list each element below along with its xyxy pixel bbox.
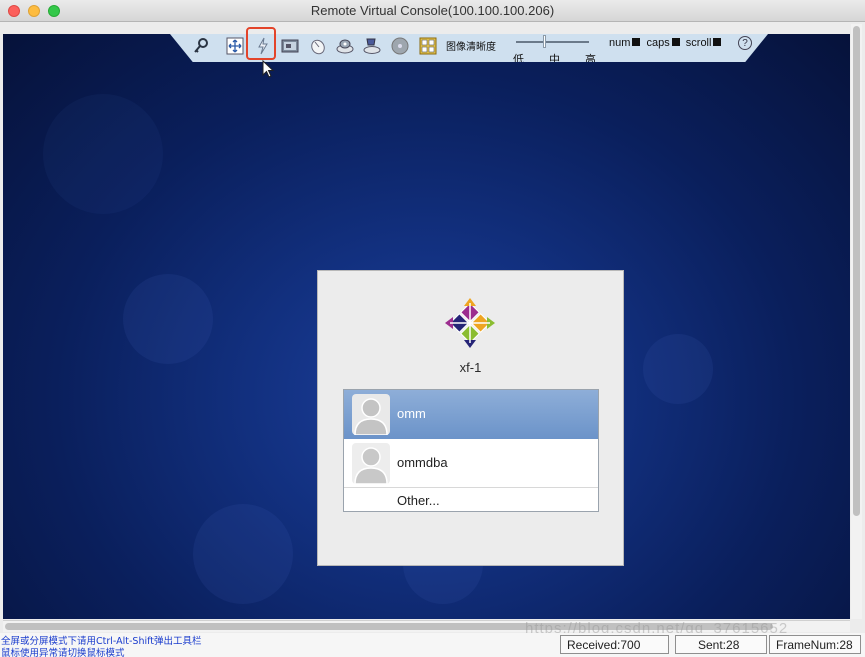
quality-label: 图像清晰度: [446, 42, 496, 53]
mouse-cursor-icon: [262, 60, 275, 78]
move-icon[interactable]: [225, 36, 245, 56]
quality-level-low: 低: [513, 54, 524, 66]
remote-screen[interactable]: 图像清晰度 低 中 高 num caps scroll ? xf-1 omm o…: [3, 34, 850, 619]
floppy-icon[interactable]: [362, 36, 382, 56]
scroll-lock-label: scroll: [685, 37, 712, 49]
quality-level-medium: 中: [549, 54, 560, 66]
num-lock-indicator: [632, 38, 641, 46]
capture-icon[interactable]: [280, 36, 300, 56]
title-bar[interactable]: Remote Virtual Console(100.100.100.206): [0, 0, 865, 22]
user-row-ommdba[interactable]: ommdba: [344, 439, 598, 488]
login-dialog: xf-1 omm ommdba Other...: [317, 270, 624, 566]
vertical-scroll-thumb[interactable]: [853, 26, 860, 516]
frame-counter: FrameNum:28: [769, 635, 861, 654]
help-icon[interactable]: ?: [738, 36, 752, 50]
avatar-icon: [352, 443, 390, 484]
vertical-scrollbar[interactable]: [851, 24, 862, 619]
disk-icon[interactable]: [335, 36, 355, 56]
quality-slider-thumb[interactable]: [543, 35, 546, 48]
user-list: omm ommdba Other...: [343, 389, 599, 512]
highlight-box: [246, 27, 276, 60]
received-counter: Received:700: [560, 635, 669, 654]
quality-level-high: 高: [585, 54, 596, 66]
num-lock-label: num: [609, 37, 631, 49]
mouse-icon[interactable]: [308, 36, 328, 56]
user-name: omm: [397, 406, 426, 421]
cdrom-icon[interactable]: [390, 36, 410, 56]
hint-line-2: 鼠标使用异常请切换鼠标模式: [1, 648, 125, 657]
key-icon[interactable]: [191, 36, 211, 56]
keyboard-icon[interactable]: [418, 36, 438, 56]
window-title: Remote Virtual Console(100.100.100.206): [310, 3, 555, 18]
user-row-omm[interactable]: omm: [344, 390, 598, 439]
other-user-option[interactable]: Other...: [397, 493, 440, 508]
avatar-icon: [352, 394, 390, 435]
caps-lock-label: caps: [646, 37, 670, 49]
lock-indicators: num caps scroll: [609, 37, 724, 49]
hostname: xf-1: [459, 360, 482, 375]
quality-slider-track[interactable]: [516, 41, 589, 43]
centos-logo: [445, 298, 495, 348]
scroll-lock-indicator: [713, 38, 722, 46]
caps-lock-indicator: [671, 38, 680, 46]
status-bar: 全屏或分屏模式下请用Ctrl-Alt-Shift弹出工具栏 鼠标使用异常请切换鼠…: [0, 633, 865, 657]
app-window: Remote Virtual Console(100.100.100.206): [0, 0, 865, 657]
user-name: ommdba: [397, 455, 448, 470]
sent-counter: Sent:28: [675, 635, 767, 654]
